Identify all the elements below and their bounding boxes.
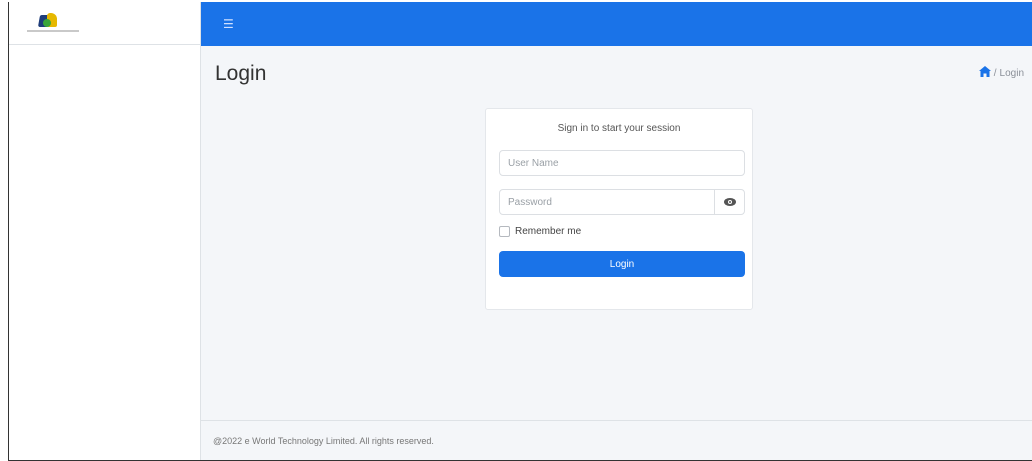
main-content: Login / Login Sign in to start your sess… — [201, 46, 1032, 460]
page-title: Login — [215, 62, 267, 85]
brand[interactable] — [9, 2, 200, 45]
app-frame: ☰ Login / Login Sign in to start your se… — [8, 2, 1032, 461]
username-field-wrapper — [499, 150, 745, 176]
password-input[interactable] — [500, 190, 716, 214]
remember-me[interactable]: Remember me — [499, 226, 740, 237]
username-input[interactable] — [500, 151, 744, 175]
sidebar — [9, 2, 201, 460]
login-card: Sign in to start your session Remember m… — [485, 108, 753, 310]
remember-label: Remember me — [515, 226, 582, 237]
footer: @2022 e World Technology Limited. All ri… — [201, 420, 1032, 460]
breadcrumb-separator: / — [993, 67, 997, 79]
eye-icon[interactable] — [714, 190, 744, 214]
breadcrumb-current: Login — [999, 67, 1024, 79]
breadcrumb: / Login — [978, 66, 1024, 80]
login-message: Sign in to start your session — [557, 123, 681, 134]
hamburger-icon[interactable]: ☰ — [223, 18, 234, 30]
footer-copyright: @2022 e World Technology Limited. All ri… — [213, 435, 434, 446]
company-logo — [25, 11, 81, 35]
top-navbar: ☰ — [201, 2, 1032, 46]
password-field-wrapper — [499, 189, 745, 215]
login-button[interactable]: Login — [499, 251, 745, 277]
remember-checkbox[interactable] — [499, 226, 510, 237]
home-icon[interactable] — [978, 66, 991, 80]
